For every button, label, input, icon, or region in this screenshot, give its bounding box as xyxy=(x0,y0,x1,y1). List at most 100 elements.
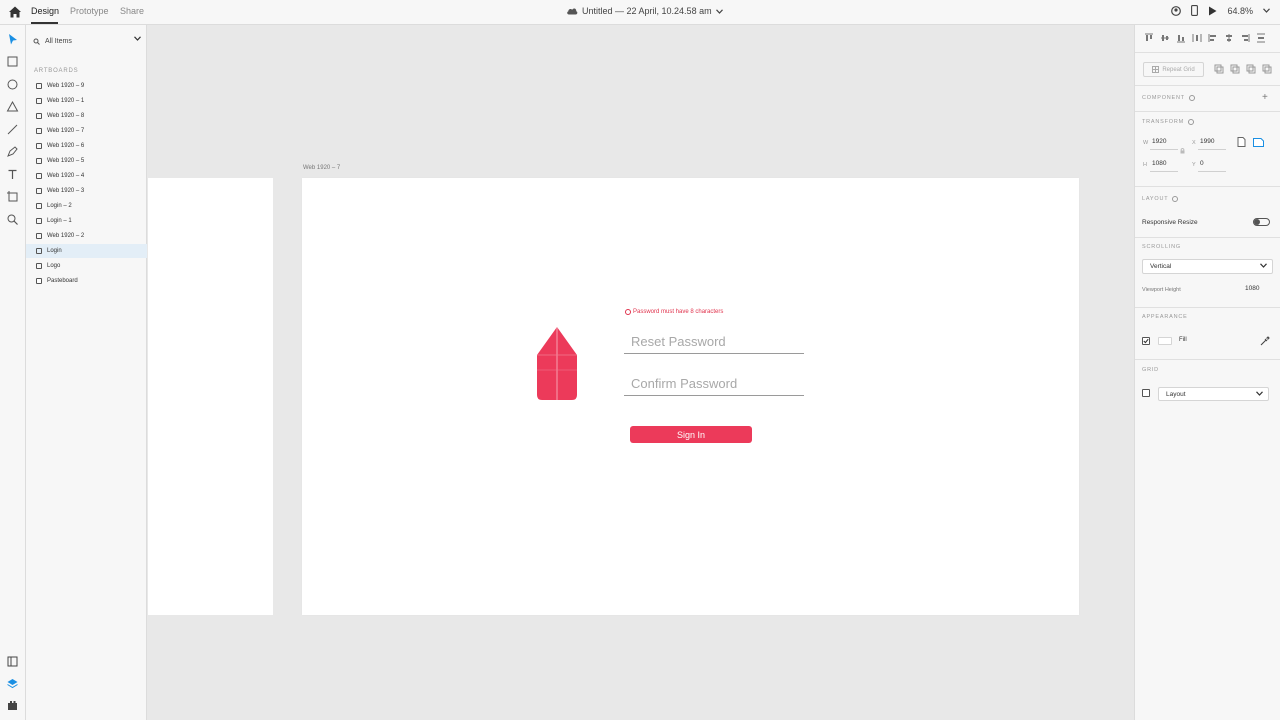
align-middle-icon[interactable] xyxy=(1160,33,1170,43)
repeat-grid-button[interactable]: Repeat Grid xyxy=(1143,62,1204,77)
layer-item-selected[interactable]: Login xyxy=(26,244,147,258)
tab-prototype[interactable]: Prototype xyxy=(70,6,109,16)
layer-item[interactable]: Pasteboard xyxy=(26,274,147,288)
zoom-tool-icon[interactable] xyxy=(6,213,19,226)
portrait-icon[interactable] xyxy=(1237,137,1246,147)
play-icon[interactable] xyxy=(1208,6,1217,16)
fill-color-swatch[interactable] xyxy=(1158,337,1172,345)
chevron-down-icon[interactable] xyxy=(1263,8,1270,13)
layer-item[interactable]: Web 1920 – 3 xyxy=(26,184,147,198)
chevron-down-icon[interactable] xyxy=(134,36,141,41)
canvas[interactable]: Web 1920 – 7 Password must have 8 charac… xyxy=(147,25,1134,720)
height-field[interactable]: 1080 xyxy=(1152,160,1166,167)
viewport-height-field[interactable]: 1080 xyxy=(1245,285,1259,292)
grid-section-title: GRID xyxy=(1142,367,1159,373)
info-icon[interactable] xyxy=(1188,119,1195,125)
fill-checkbox[interactable] xyxy=(1142,337,1150,345)
sign-in-button[interactable]: Sign In xyxy=(630,426,752,443)
height-underline xyxy=(1150,171,1178,172)
cloud-icon xyxy=(567,8,578,15)
artboard-offscreen[interactable] xyxy=(148,178,273,615)
align-right-icon[interactable] xyxy=(1240,33,1250,43)
user-icon[interactable] xyxy=(1171,5,1182,16)
y-label: Y xyxy=(1192,162,1196,168)
fill-label: Fill xyxy=(1179,337,1187,343)
layers-icon[interactable] xyxy=(6,677,19,690)
lock-aspect-icon[interactable] xyxy=(1180,148,1185,154)
artboard-label[interactable]: Web 1920 – 7 xyxy=(303,165,340,171)
confirm-password-input[interactable] xyxy=(624,371,804,395)
x-field[interactable]: 1990 xyxy=(1200,138,1214,145)
tab-share[interactable]: Share xyxy=(120,6,144,16)
add-boolean-icon[interactable] xyxy=(1214,64,1224,74)
distribute-horizontal-icon[interactable] xyxy=(1256,33,1266,43)
ellipse-tool-icon[interactable] xyxy=(6,78,19,91)
align-left-icon[interactable] xyxy=(1208,33,1218,43)
chevron-down-icon[interactable] xyxy=(1260,263,1267,268)
layer-item[interactable]: Web 1920 – 6 xyxy=(26,139,147,153)
layer-item[interactable]: Web 1920 – 5 xyxy=(26,154,147,168)
line-tool-icon[interactable] xyxy=(6,123,19,136)
component-section-title: COMPONENT xyxy=(1142,95,1195,101)
layer-filter-dropdown[interactable]: All Items xyxy=(30,34,143,48)
layer-item-label: Web 1920 – 1 xyxy=(47,98,85,104)
document-title[interactable]: Untitled — 22 April, 10.24.58 am xyxy=(566,6,723,16)
home-icon[interactable] xyxy=(8,5,22,19)
info-icon[interactable] xyxy=(1188,95,1195,101)
intersect-boolean-icon[interactable] xyxy=(1246,64,1256,74)
layer-item-label: Web 1920 – 4 xyxy=(47,173,85,179)
exclude-boolean-icon[interactable] xyxy=(1262,64,1272,74)
distribute-vertical-icon[interactable] xyxy=(1192,33,1202,43)
rectangle-tool-icon[interactable] xyxy=(6,55,19,68)
landscape-icon[interactable] xyxy=(1253,138,1264,147)
tab-design[interactable]: Design xyxy=(31,6,59,16)
layer-item[interactable]: Login – 2 xyxy=(26,199,147,213)
layer-item[interactable]: Web 1920 – 2 xyxy=(26,229,147,243)
divider xyxy=(1135,359,1280,360)
grid-type-select[interactable]: Layout xyxy=(1158,387,1269,401)
responsive-resize-toggle[interactable] xyxy=(1253,218,1270,226)
y-field[interactable]: 0 xyxy=(1200,160,1204,167)
subtract-boolean-icon[interactable] xyxy=(1230,64,1240,74)
layer-item[interactable]: Web 1920 – 4 xyxy=(26,169,147,183)
mobile-preview-icon[interactable] xyxy=(1191,5,1199,16)
info-icon[interactable] xyxy=(1172,196,1179,202)
chevron-down-icon[interactable] xyxy=(715,8,723,14)
align-center-icon[interactable] xyxy=(1224,33,1234,43)
artboard-icon xyxy=(36,188,42,194)
logo-pen-icon[interactable] xyxy=(535,325,579,402)
layer-item[interactable]: Web 1920 – 9 xyxy=(26,79,147,93)
polygon-tool-icon[interactable] xyxy=(6,100,19,113)
chevron-down-icon[interactable] xyxy=(1256,391,1263,396)
plugins-icon[interactable] xyxy=(6,699,19,712)
confirm-password-field[interactable] xyxy=(624,371,804,396)
viewport-height-label: Viewport Height xyxy=(1142,287,1181,293)
align-toolbar xyxy=(1144,33,1266,43)
layer-item[interactable]: Web 1920 – 8 xyxy=(26,109,147,123)
add-component-icon[interactable]: + xyxy=(1262,92,1268,103)
grid-checkbox[interactable] xyxy=(1142,389,1150,397)
transform-section-title: TRANSFORM xyxy=(1142,119,1195,125)
layer-item[interactable]: Login – 1 xyxy=(26,214,147,228)
select-tool-icon[interactable] xyxy=(6,33,19,46)
align-bottom-icon[interactable] xyxy=(1176,33,1186,43)
layer-item-label: Pasteboard xyxy=(47,278,78,284)
artboard-tool-icon[interactable] xyxy=(6,190,19,203)
reset-password-field[interactable] xyxy=(624,329,804,354)
artboard-icon xyxy=(36,113,42,119)
layer-item[interactable]: Web 1920 – 7 xyxy=(26,124,147,138)
artboard[interactable]: Password must have 8 characters Sign In xyxy=(302,178,1079,615)
x-label: X xyxy=(1192,140,1196,146)
layer-item[interactable]: Web 1920 – 1 xyxy=(26,94,147,108)
assets-icon[interactable] xyxy=(6,655,19,668)
zoom-level[interactable]: 64.8% xyxy=(1227,6,1253,16)
reset-password-input[interactable] xyxy=(624,329,804,353)
text-tool-icon[interactable] xyxy=(6,168,19,181)
error-icon xyxy=(625,309,631,315)
pen-tool-icon[interactable] xyxy=(6,145,19,158)
width-field[interactable]: 1920 xyxy=(1152,138,1166,145)
align-top-icon[interactable] xyxy=(1144,33,1154,43)
layer-item[interactable]: Logo xyxy=(26,259,147,273)
scrolling-select[interactable]: Vertical xyxy=(1142,259,1273,274)
eyedropper-icon[interactable] xyxy=(1260,336,1270,346)
